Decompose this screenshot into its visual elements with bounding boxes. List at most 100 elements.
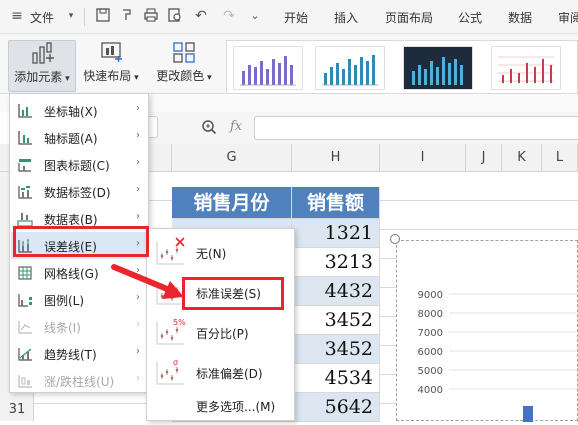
- trendline-icon: [17, 346, 33, 362]
- table-cell-sales[interactable]: 5642: [292, 393, 380, 422]
- menu-item-chart-title[interactable]: 图表标题(C) ›: [11, 151, 148, 178]
- error-bars-percentage-item[interactable]: 5% 百分比(P): [148, 312, 294, 352]
- column-header-i[interactable]: I: [380, 144, 466, 172]
- chevron-down-icon[interactable]: ▾: [62, 7, 80, 25]
- chart-style-thumbnail-4[interactable]: [491, 46, 561, 90]
- menu-item-label: 线条(I): [44, 321, 81, 335]
- red-arrow-icon: [111, 264, 184, 299]
- menu-bar: ≡ 文件 ▾ ↶ ↷ ⌄ 开始 插入 页面布局 公式 数据 审阅: [0, 0, 578, 34]
- chart-plot: 9000 8000 7000 6000 5000 4000: [418, 290, 577, 422]
- table-cell-sales[interactable]: 3452: [292, 306, 380, 335]
- menu-item-axis-title[interactable]: 轴标题(A) ›: [11, 124, 148, 151]
- tab-review[interactable]: 审阅: [558, 9, 578, 26]
- separator: [84, 8, 85, 26]
- chart-bar[interactable]: [523, 406, 533, 422]
- menu-item-trendline[interactable]: 趋势线(T) ›: [11, 340, 148, 367]
- y-axis-tick-label: 7000: [418, 328, 443, 339]
- change-color-button[interactable]: 更改颜色 ▾: [152, 40, 216, 92]
- table-cell-sales[interactable]: 4534: [292, 364, 380, 393]
- menu-item-up-down-bars[interactable]: 涨/跌柱线(U) ›: [11, 367, 148, 394]
- legend-icon: [17, 292, 33, 308]
- add-element-label: 添加元素: [14, 70, 63, 84]
- menu-item-label: 图例(L): [44, 294, 85, 308]
- table-cell-sales[interactable]: 3213: [292, 248, 380, 277]
- chart-styles-gallery: [226, 40, 578, 94]
- formula-input[interactable]: [254, 116, 578, 140]
- menu-item-label: 涨/跌柱线(U): [44, 375, 115, 389]
- file-menu[interactable]: 文件: [30, 9, 54, 26]
- ribbon: 添加元素 ▾ 快速布局 ▾ 更改颜色 ▾: [0, 34, 578, 94]
- change-color-label: 更改颜色: [156, 69, 205, 83]
- highlight-standard-error: [182, 277, 284, 310]
- hamburger-icon[interactable]: ≡: [8, 7, 26, 25]
- menu-item-label: 网格线(G): [44, 267, 99, 281]
- chart-style-thumbnail-3[interactable]: [403, 46, 473, 90]
- add-chart-element-icon: [32, 42, 54, 64]
- tab-insert[interactable]: 插入: [334, 9, 358, 26]
- chevron-down-icon[interactable]: ⌄: [246, 7, 264, 25]
- print-preview-icon[interactable]: [166, 7, 184, 25]
- quick-layout-button[interactable]: 快速布局 ▾: [80, 40, 142, 92]
- chevron-right-icon: ›: [136, 103, 140, 114]
- highlight-error-bars: [13, 226, 149, 257]
- chevron-down-icon: ▾: [204, 73, 212, 83]
- up-down-bars-icon: [17, 373, 33, 389]
- chevron-right-icon: ›: [136, 130, 140, 141]
- formula-bar: fx: [148, 112, 578, 144]
- chart-resize-handle[interactable]: [390, 234, 400, 244]
- svg-text:σ: σ: [173, 358, 178, 367]
- table-cell-sales[interactable]: 3452: [292, 335, 380, 364]
- table-cell-sales[interactable]: 1321: [292, 219, 380, 248]
- tab-formulas[interactable]: 公式: [458, 9, 482, 26]
- table-cell-sales[interactable]: 4432: [292, 277, 380, 306]
- table-header-month[interactable]: 销售月份: [172, 187, 292, 219]
- submenu-item-label: 百分比(P): [196, 327, 249, 341]
- menu-item-label: 坐标轴(X): [44, 105, 98, 119]
- chevron-right-icon: ›: [136, 157, 140, 168]
- gridlines-icon: [17, 265, 33, 281]
- column-header-g[interactable]: G: [172, 144, 292, 172]
- menu-item-data-labels[interactable]: 数据标签(D) ›: [11, 178, 148, 205]
- column-header-k[interactable]: K: [502, 144, 542, 172]
- chart-style-thumbnail-2[interactable]: [315, 46, 385, 90]
- y-axis-tick-label: 5000: [418, 366, 443, 377]
- add-element-button[interactable]: 添加元素 ▾: [8, 40, 76, 92]
- tab-home[interactable]: 开始: [284, 9, 308, 26]
- y-axis-tick-label: 6000: [418, 347, 443, 358]
- column-header-h[interactable]: H: [292, 144, 380, 172]
- format-painter-icon[interactable]: [118, 7, 136, 25]
- error-bars-percentage-icon: 5%: [154, 316, 186, 348]
- y-axis-tick-label: 8000: [418, 309, 443, 320]
- zoom-search-icon[interactable]: [200, 118, 218, 136]
- undo-icon[interactable]: ↶: [192, 7, 210, 25]
- quick-layout-icon: [101, 42, 122, 62]
- menu-item-axis[interactable]: 坐标轴(X) ›: [11, 97, 148, 124]
- tab-data[interactable]: 数据: [508, 9, 532, 26]
- name-box-edge[interactable]: [148, 116, 158, 138]
- chart-style-thumbnail-1[interactable]: [233, 46, 303, 90]
- fx-label: fx: [230, 119, 243, 134]
- row-number-31[interactable]: 31: [0, 402, 34, 421]
- chevron-right-icon: ›: [136, 184, 140, 195]
- column-header-l[interactable]: L: [542, 144, 578, 172]
- error-bars-standard-deviation-item[interactable]: σ 标准偏差(D): [148, 352, 294, 392]
- more-options-item[interactable]: 更多选项...(M): [148, 392, 294, 420]
- menu-item-lines[interactable]: 线条(I) ›: [11, 313, 148, 340]
- chart-area[interactable]: 9000 8000 7000 6000 5000 4000: [396, 240, 578, 422]
- submenu-item-label: 无(N): [196, 247, 227, 261]
- table-header-sales[interactable]: 销售额: [292, 187, 380, 219]
- redo-icon[interactable]: ↷: [220, 7, 238, 25]
- print-icon[interactable]: [142, 7, 160, 25]
- menu-item-label: 轴标题(A): [44, 132, 98, 146]
- more-options-label: 更多选项...(M): [196, 400, 276, 414]
- tab-page-layout[interactable]: 页面布局: [385, 9, 433, 26]
- quick-layout-label: 快速布局: [83, 69, 132, 83]
- chevron-down-icon: ▾: [131, 73, 139, 83]
- change-color-icon: [173, 42, 195, 63]
- data-labels-icon: [17, 184, 33, 200]
- axis-title-icon: [17, 130, 33, 146]
- menu-item-label: 图表标题(C): [44, 159, 110, 173]
- column-header-j[interactable]: J: [466, 144, 502, 172]
- y-axis-tick-label: 9000: [418, 290, 443, 301]
- save-icon[interactable]: [94, 7, 112, 25]
